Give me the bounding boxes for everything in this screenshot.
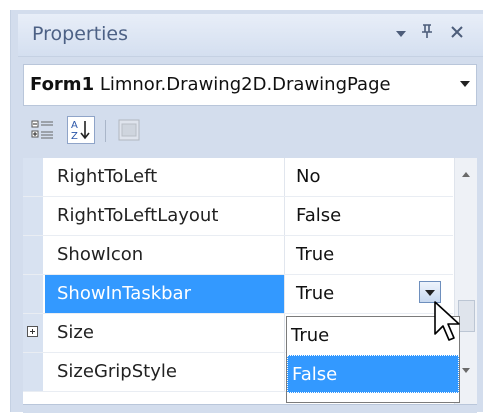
scroll-down-icon[interactable]	[462, 368, 470, 373]
row-gutter	[23, 353, 43, 391]
svg-text:Z: Z	[71, 131, 78, 142]
property-name: ShowIcon	[45, 236, 285, 274]
chevron-down-icon	[425, 290, 435, 296]
dropdown-option-true[interactable]: True	[287, 317, 459, 355]
scroll-up-icon[interactable]	[462, 172, 470, 177]
close-icon[interactable]	[446, 22, 468, 46]
object-selector-text: Form1 Limnor.Drawing2D.DrawingPage	[30, 74, 450, 95]
categorized-icon	[31, 120, 53, 139]
property-name: ShowInTaskbar	[45, 275, 285, 313]
property-row-showicon[interactable]: ShowIcon True	[23, 236, 453, 275]
property-name: Size	[45, 314, 285, 352]
properties-toolbar: A Z	[23, 112, 477, 152]
property-value[interactable]: False	[286, 197, 453, 235]
chevron-down-icon[interactable]	[460, 81, 470, 87]
toolbar-separator	[105, 120, 106, 142]
property-row-righttoleftlayout[interactable]: RightToLeftLayout False	[23, 197, 453, 236]
property-row-showintaskbar[interactable]: ShowInTaskbar True	[23, 275, 453, 314]
property-value[interactable]: True	[286, 236, 453, 274]
selected-object-type: Limnor.Drawing2D.DrawingPage	[99, 74, 391, 95]
scrollbar-thumb[interactable]	[458, 300, 475, 332]
dropdown-option-false[interactable]: False	[287, 355, 459, 393]
property-name: RightToLeft	[45, 158, 285, 196]
property-row-righttoleft[interactable]: RightToLeft No	[23, 158, 453, 197]
row-gutter	[23, 314, 43, 352]
property-name: SizeGripStyle	[45, 353, 285, 391]
window-menu-dropdown-icon[interactable]	[390, 22, 412, 46]
property-value[interactable]: No	[286, 158, 453, 196]
svg-text:A: A	[71, 120, 78, 131]
value-dropdown-list: True False	[286, 316, 460, 403]
expand-plus-icon[interactable]	[27, 326, 38, 337]
properties-titlebar[interactable]: Properties	[18, 14, 483, 57]
pin-icon[interactable]	[416, 22, 438, 46]
window-title: Properties	[32, 23, 129, 45]
categorized-button[interactable]	[29, 116, 57, 144]
alphabetical-button[interactable]: A Z	[67, 116, 95, 144]
property-name: RightToLeftLayout	[45, 197, 285, 235]
value-dropdown-button[interactable]	[419, 281, 441, 303]
row-gutter	[23, 236, 43, 274]
property-pages-icon	[118, 119, 140, 141]
alphabetical-icon: A Z	[71, 120, 90, 142]
row-gutter	[23, 158, 43, 196]
object-selector-dropdown[interactable]: Form1 Limnor.Drawing2D.DrawingPage	[23, 64, 477, 106]
row-gutter	[23, 275, 43, 313]
selected-object-name: Form1	[30, 74, 95, 95]
row-gutter	[23, 197, 43, 235]
property-pages-button[interactable]	[115, 116, 143, 144]
